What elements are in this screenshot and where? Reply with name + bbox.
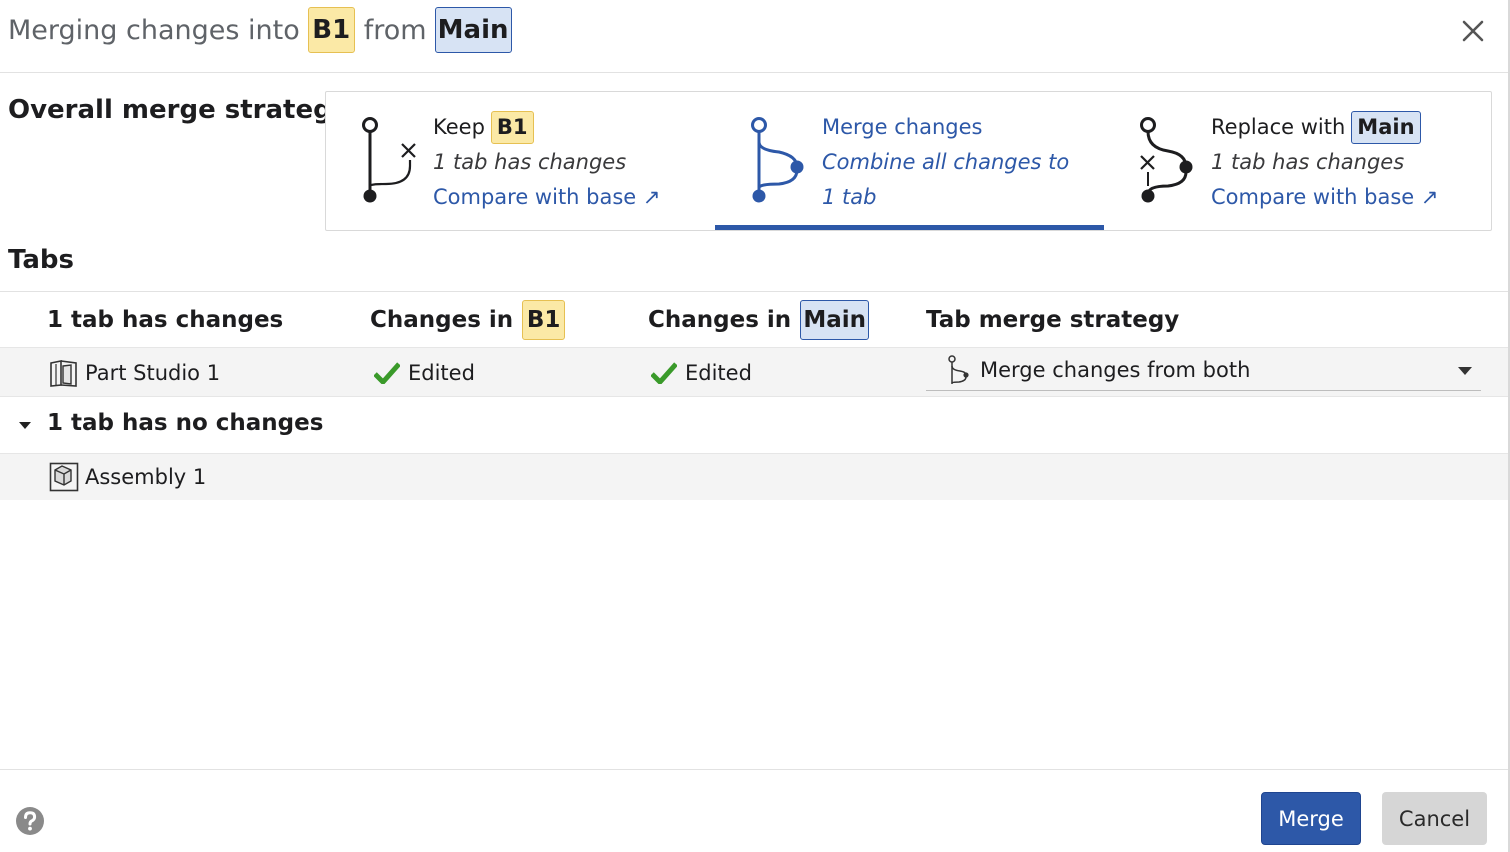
- b1-status: Edited: [408, 361, 475, 385]
- tab-merge-strategy-value: Merge changes from both: [980, 358, 1251, 382]
- unchanged-tabs-group-label: 1 tab has no changes: [47, 410, 324, 436]
- column-header-b1-badge: B1: [522, 300, 566, 340]
- part-studio-icon: [50, 360, 77, 387]
- keep-option-badge: B1: [490, 111, 534, 144]
- target-branch-badge: B1: [307, 7, 355, 53]
- merge-option-title: Merge changes: [822, 115, 983, 139]
- tab-merge-strategy-select[interactable]: Merge changes from both: [926, 350, 1481, 391]
- dialog-header: Merging changes into B1 from Main: [0, 0, 1508, 73]
- close-icon: [1462, 20, 1484, 42]
- column-header-b1-label: Changes in: [370, 307, 514, 333]
- close-button[interactable]: [1456, 14, 1490, 48]
- assembly-icon: [49, 462, 79, 492]
- check-icon: [651, 362, 677, 384]
- help-button[interactable]: [15, 806, 45, 836]
- check-icon: [374, 362, 400, 384]
- strategy-option-replace[interactable]: Replace with Main 1 tab has changes Comp…: [1104, 92, 1493, 230]
- column-header-changed: 1 tab has changes: [47, 307, 284, 333]
- strategy-selector: Keep B1 1 tab has changes Compare with b…: [325, 91, 1492, 231]
- column-header-main-label: Changes in: [648, 307, 792, 333]
- keep-option-title: Keep: [433, 115, 485, 139]
- table-row: [0, 453, 1508, 500]
- column-header-strategy: Tab merge strategy: [926, 307, 1180, 333]
- replace-option-badge: Main: [1351, 111, 1421, 144]
- tab-name-cell: Part Studio 1: [49, 357, 220, 389]
- merge-dialog: Merging changes into B1 from Main Overal…: [0, 0, 1508, 852]
- main-status: Edited: [685, 361, 752, 385]
- caret-down-icon: [19, 422, 31, 429]
- merge-branch-icon: [948, 355, 969, 384]
- unchanged-tabs-group-toggle[interactable]: 1 tab has no changes: [0, 400, 1508, 452]
- strategy-option-merge[interactable]: Merge changes Combine all changes to 1 t…: [715, 92, 1104, 230]
- merge-branch-icon: [751, 117, 804, 203]
- tab-name-cell: Assembly 1: [49, 461, 206, 493]
- replace-branch-icon: [1140, 117, 1193, 203]
- merge-option-subtitle: Combine all changes to 1 tab: [822, 150, 1070, 209]
- tabs-heading: Tabs: [8, 245, 75, 275]
- strategy-option-keep[interactable]: Keep B1 1 tab has changes Compare with b…: [326, 92, 715, 230]
- column-header-main-badge: Main: [800, 300, 870, 340]
- dialog-title: Merging changes into B1 from Main: [8, 6, 512, 54]
- replace-option-subtitle: 1 tab has changes: [1211, 150, 1405, 174]
- main-status-cell: Edited: [651, 357, 752, 389]
- source-branch-badge: Main: [434, 7, 512, 53]
- tab-name: Part Studio 1: [85, 361, 221, 385]
- selected-option-indicator: [715, 225, 1104, 230]
- keep-branch-icon: [362, 117, 416, 203]
- replace-option-title: Replace with: [1211, 115, 1346, 139]
- b1-status-cell: Edited: [374, 357, 475, 389]
- divider: [0, 769, 1508, 770]
- overall-strategy-label: Overall merge strategy: [8, 95, 349, 125]
- merge-button[interactable]: Merge: [1261, 792, 1361, 845]
- title-from: from: [363, 14, 427, 46]
- column-header-b1: Changes in B1: [370, 300, 566, 340]
- title-prefix: Merging changes into: [8, 14, 300, 46]
- keep-compare-link[interactable]: Compare with base ↗: [433, 180, 703, 215]
- replace-compare-link[interactable]: Compare with base ↗: [1211, 180, 1481, 215]
- help-icon: [16, 807, 44, 835]
- divider: [0, 291, 1508, 292]
- cancel-button[interactable]: Cancel: [1382, 792, 1487, 845]
- column-header-main: Changes in Main: [648, 300, 870, 340]
- keep-option-subtitle: 1 tab has changes: [433, 150, 627, 174]
- caret-down-icon: [1458, 367, 1472, 375]
- tab-name: Assembly 1: [85, 465, 207, 489]
